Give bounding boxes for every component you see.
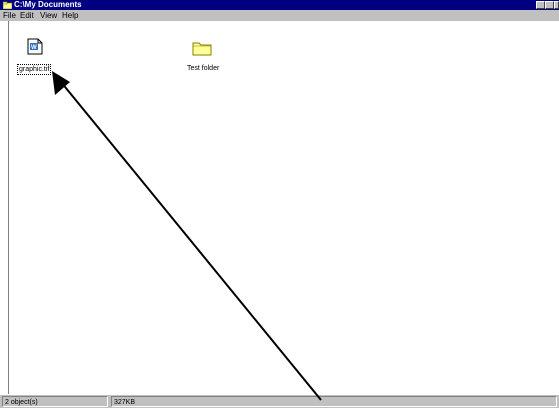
status-object-count: 2 object(s) (2, 396, 108, 407)
menu-help[interactable]: Help (62, 10, 78, 21)
file-item-label: graphic.tif (17, 64, 52, 75)
menu-bar: File Edit View Help (0, 10, 559, 21)
status-bar: 2 object(s) 327KB (0, 394, 559, 408)
status-size: 327KB (111, 396, 557, 407)
close-button[interactable] (554, 1, 559, 9)
file-list-area[interactable]: W graphic.tif Test folder (8, 21, 559, 394)
menu-view[interactable]: View (40, 10, 57, 21)
folder-item-label: Test folder (187, 65, 220, 72)
document-icon: W (27, 38, 43, 55)
folder-icon (3, 1, 12, 9)
title-bar[interactable]: C:\My Documents (0, 0, 559, 10)
maximize-button[interactable] (545, 1, 554, 9)
svg-text:W: W (31, 45, 37, 51)
file-item-graphic[interactable]: W graphic.tif (17, 38, 52, 78)
menu-file[interactable]: File (3, 10, 16, 21)
menu-edit[interactable]: Edit (20, 10, 34, 21)
folder-item-test[interactable]: Test folder (177, 38, 227, 78)
minimize-button[interactable] (536, 1, 545, 9)
folder-icon (192, 42, 212, 56)
window-title: C:\My Documents (14, 0, 82, 9)
